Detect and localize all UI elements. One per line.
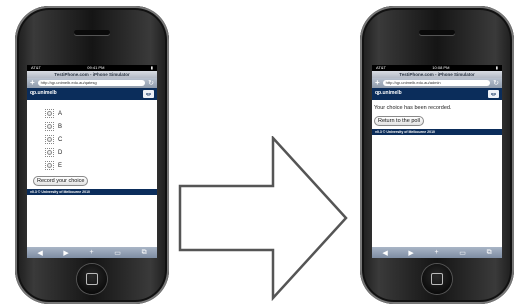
radio-button[interactable] — [47, 111, 52, 116]
transition-arrow-icon — [178, 136, 348, 301]
url-input[interactable]: http://qp.unimelb.edu.au/admin — [382, 80, 491, 86]
browser-toolbar: ◀ ▶ + ▭ ⧉ — [27, 247, 157, 258]
option-label: A — [58, 110, 63, 117]
radio-button[interactable] — [47, 150, 52, 155]
pages-icon[interactable]: ⧉ — [487, 249, 492, 257]
reload-icon[interactable]: ↻ — [493, 80, 499, 87]
page-footer: v0.3 © University of Melbourne 2010 — [372, 129, 502, 135]
browser-toolbar: ◀ ▶ + ▭ ⧉ — [372, 247, 502, 258]
speaker — [74, 30, 110, 35]
confirmation-message: Your choice has been recorded. — [374, 105, 452, 111]
radio-button[interactable] — [47, 137, 52, 142]
bookmarks-icon[interactable]: ▭ — [459, 249, 466, 257]
add-bookmark-icon[interactable]: + — [375, 79, 380, 87]
pages-icon[interactable]: ⧉ — [142, 249, 147, 257]
radio-button[interactable] — [47, 124, 52, 129]
add-icon[interactable]: + — [90, 249, 94, 256]
battery-icon: ▮ — [495, 65, 498, 70]
bookmarks-icon[interactable]: ▭ — [114, 249, 121, 257]
site-header: qp.unimelb qp — [27, 88, 157, 100]
window-title: TestiPhone.com - iPhone Simulator — [27, 71, 157, 78]
option-e[interactable]: E — [45, 159, 157, 172]
option-d[interactable]: D — [45, 146, 157, 159]
option-label: D — [58, 149, 63, 156]
url-bar: + http://qp.unimelb.edu.au/admin ↻ — [372, 78, 502, 88]
option-label: E — [58, 162, 63, 169]
screen-before: AT&T 09:41 PM ▮ TestiPhone.com - iPhone … — [27, 65, 157, 258]
carrier-label: AT&T — [31, 65, 41, 70]
back-arrow-icon[interactable]: ◀ — [37, 249, 42, 257]
option-label: B — [58, 123, 63, 130]
speaker — [419, 30, 455, 35]
carrier-label: AT&T — [376, 65, 386, 70]
forward-arrow-icon[interactable]: ▶ — [408, 249, 413, 257]
return-to-poll-button[interactable]: Return to the poll — [374, 116, 424, 126]
battery-icon: ▮ — [150, 65, 153, 70]
reload-icon[interactable]: ↻ — [148, 80, 154, 87]
option-b[interactable]: B — [45, 120, 157, 133]
site-name: qp.unimelb — [375, 90, 402, 96]
qp-logo: qp — [143, 90, 154, 98]
page-footer: v0.3 © University of Melbourne 2010 — [27, 189, 157, 195]
url-input[interactable]: http://qp.unimelb.edu.au/qatesg — [37, 80, 146, 86]
phone-after: AT&T 10:08 PM ▮ TestiPhone.com - iPhone … — [360, 6, 514, 304]
back-arrow-icon[interactable]: ◀ — [382, 249, 387, 257]
url-bar: + http://qp.unimelb.edu.au/qatesg ↻ — [27, 78, 157, 88]
home-button[interactable] — [422, 264, 452, 294]
option-label: C — [58, 136, 63, 143]
site-name: qp.unimelb — [30, 90, 57, 96]
home-button[interactable] — [77, 264, 107, 294]
screen-after: AT&T 10:08 PM ▮ TestiPhone.com - iPhone … — [372, 65, 502, 258]
phone-before: AT&T 09:41 PM ▮ TestiPhone.com - iPhone … — [15, 6, 169, 304]
qp-logo: qp — [488, 90, 499, 98]
poll-options: A B C D E — [45, 107, 157, 172]
window-title: TestiPhone.com - iPhone Simulator — [372, 71, 502, 78]
radio-button[interactable] — [47, 163, 52, 168]
forward-arrow-icon[interactable]: ▶ — [63, 249, 68, 257]
record-choice-button[interactable]: Record your choice — [33, 176, 89, 186]
add-icon[interactable]: + — [435, 249, 439, 256]
option-c[interactable]: C — [45, 133, 157, 146]
site-header: qp.unimelb qp — [372, 88, 502, 100]
option-a[interactable]: A — [45, 107, 157, 120]
add-bookmark-icon[interactable]: + — [30, 79, 35, 87]
